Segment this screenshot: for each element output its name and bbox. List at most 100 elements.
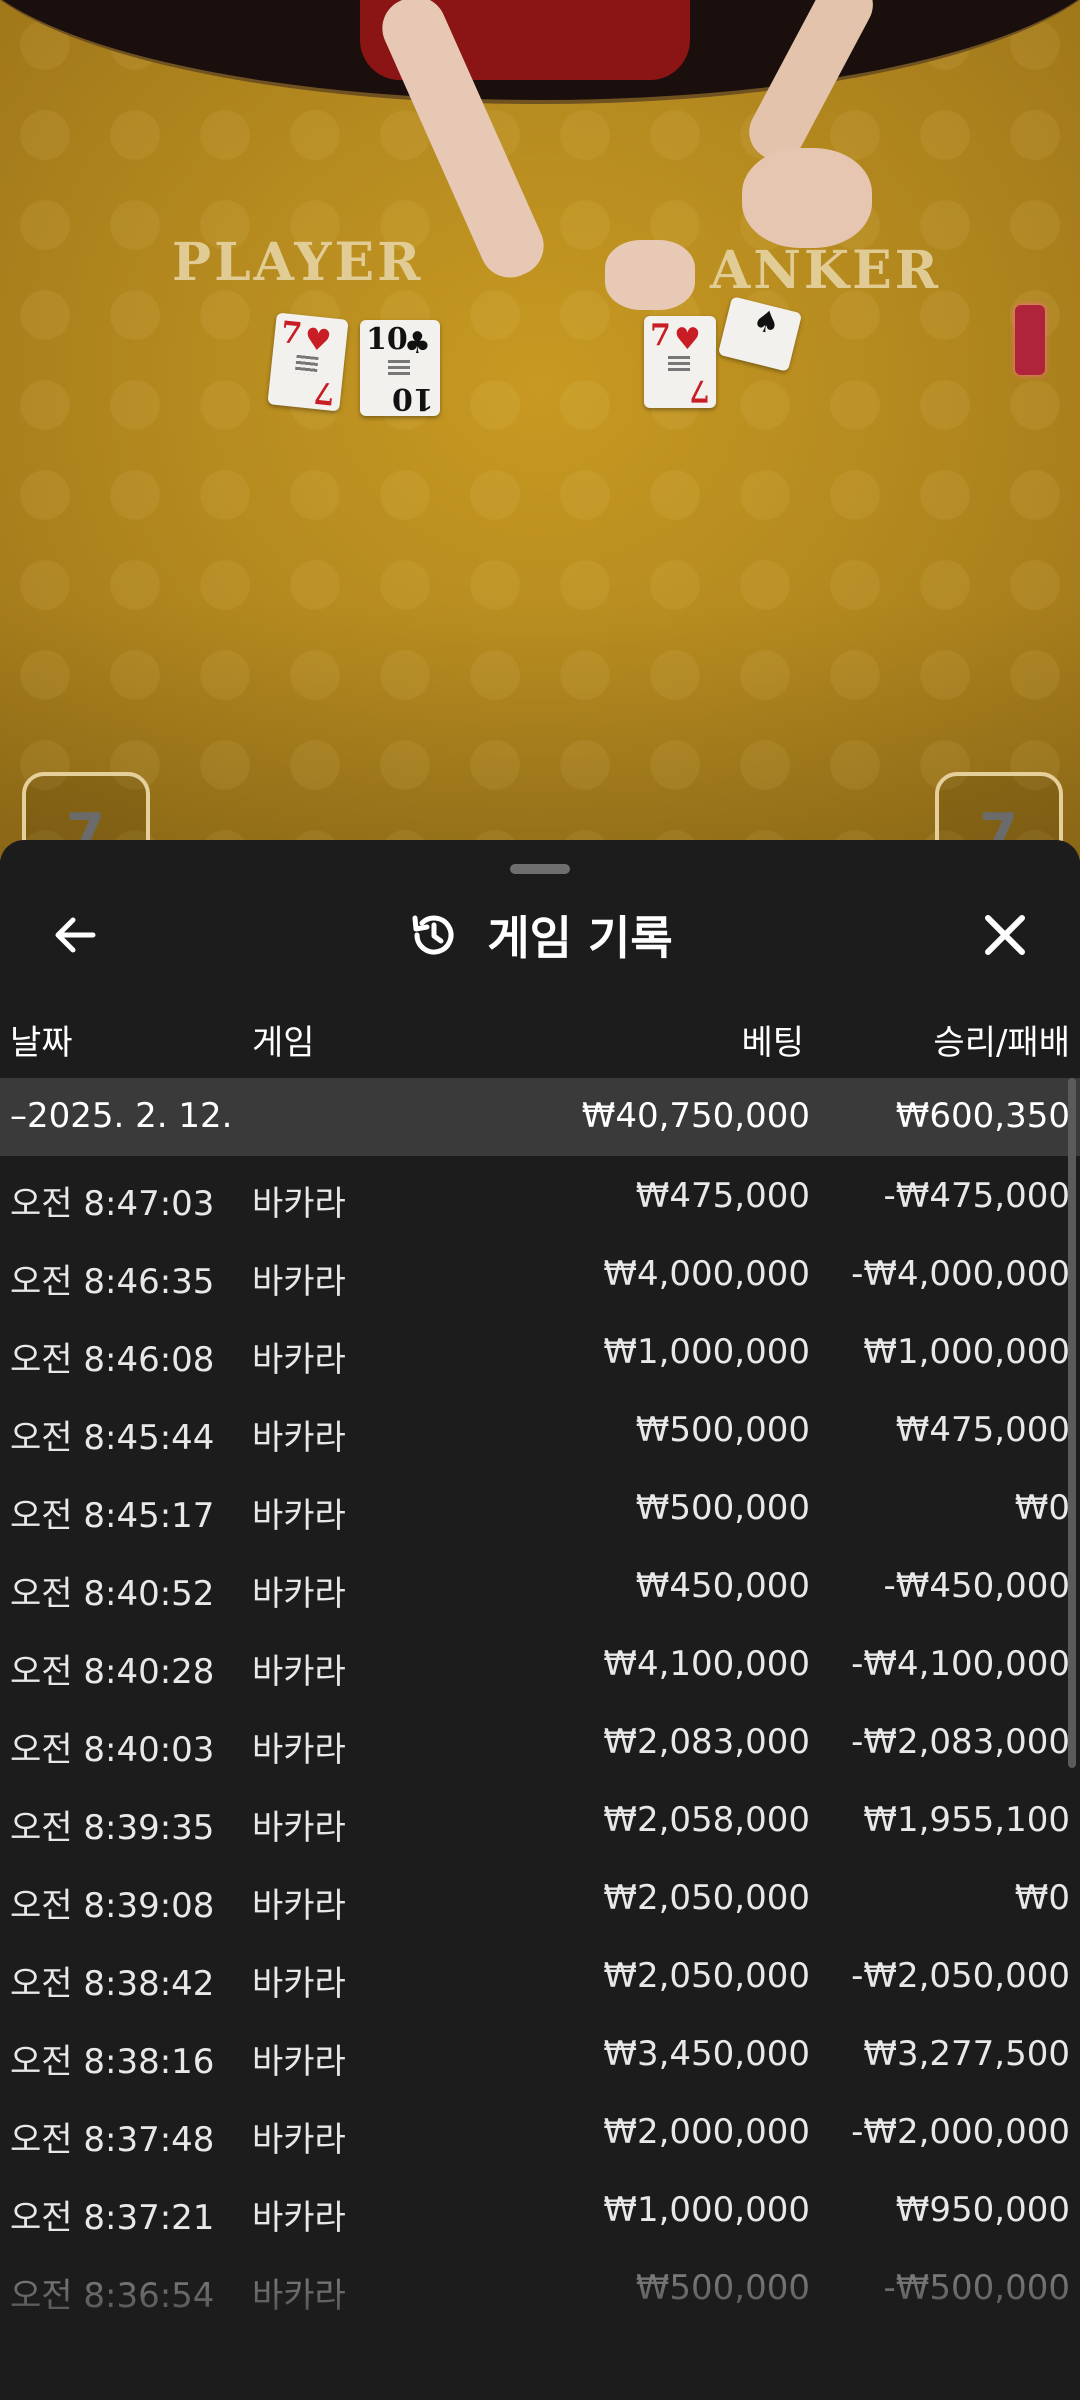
row-bet: ₩2,083,000 (603, 1722, 810, 1762)
row-winloss: ₩950,000 (895, 2190, 1070, 2230)
row-winloss: ₩0 (1014, 1878, 1070, 1918)
history-icon (412, 915, 454, 955)
game-history-sheet: 게임 기록 날짜 게임 베팅 승리/패배 –2025. 2. 12. ₩40,7… (0, 840, 1080, 2400)
row-game: 바카라 (252, 1886, 346, 1926)
table-row[interactable]: 오전 8:37:48 바카라 ₩2,000,000 -₩2,000,000 (0, 2092, 1080, 2170)
date-group-bet-total: ₩40,750,000 (581, 1096, 810, 1136)
table-row[interactable]: 오전 8:38:16 바카라 ₩3,450,000 ₩3,277,500 (0, 2014, 1080, 2092)
row-time: 오전 8:47:03 (10, 1184, 215, 1224)
row-bet: ₩4,100,000 (603, 1644, 810, 1684)
back-button[interactable] (40, 900, 110, 970)
card-rank: 7 (650, 318, 671, 353)
table-row[interactable]: 오전 8:40:03 바카라 ₩2,083,000 -₩2,083,000 (0, 1702, 1080, 1780)
col-header-date: 날짜 (10, 1023, 73, 1063)
history-list: 오전 8:47:03 바카라 ₩475,000 -₩475,000 오전 8:46:35… (0, 1156, 1080, 2326)
row-bet: ₩1,000,000 (603, 2190, 810, 2230)
row-game: 바카라 (252, 1964, 346, 2004)
list-bottom-fade (0, 2260, 1080, 2400)
row-game: 바카라 (252, 1652, 346, 1692)
row-game: 바카라 (252, 1730, 346, 1770)
row-time: 오전 8:46:35 (10, 1262, 215, 1302)
card-suit: ♠ (749, 302, 784, 343)
close-icon (985, 915, 1025, 955)
dealer-hand-left (605, 240, 695, 310)
row-winloss: ₩1,000,000 (863, 1332, 1070, 1372)
dealer-hand-right (742, 148, 872, 248)
banker-card-1: 7 ♥ 7 (644, 316, 716, 408)
row-game: 바카라 (252, 2198, 346, 2238)
row-time: 오전 8:37:48 (10, 2120, 215, 2160)
table-row[interactable]: 오전 8:40:28 바카라 ₩4,100,000 -₩4,100,000 (0, 1624, 1080, 1702)
card-rank: 7 (279, 315, 304, 353)
row-bet: ₩2,000,000 (603, 2112, 810, 2152)
row-time: 오전 8:38:42 (10, 1964, 215, 2004)
row-winloss: ₩0 (1014, 1488, 1070, 1528)
card-suit: ♣ (404, 326, 431, 361)
row-time: 오전 8:40:52 (10, 1574, 215, 1614)
row-bet: ₩475,000 (635, 1176, 810, 1216)
row-bet: ₩500,000 (635, 1488, 810, 1528)
date-group-label: –2025. 2. 12. (10, 1096, 233, 1136)
sheet-title: 게임 기록 (487, 911, 673, 965)
table-row[interactable]: 오전 8:37:21 바카라 ₩1,000,000 ₩950,000 (0, 2170, 1080, 2248)
player-card-1: 7 ♥ 7 (267, 312, 349, 412)
table-row[interactable]: 오전 8:40:52 바카라 ₩450,000 -₩450,000 (0, 1546, 1080, 1624)
row-time: 오전 8:39:08 (10, 1886, 215, 1926)
card-rank: 10 (366, 322, 408, 357)
row-bet: ₩2,050,000 (603, 1956, 810, 1996)
row-game: 바카라 (252, 2042, 346, 2082)
close-button[interactable] (970, 900, 1040, 970)
row-bet: ₩2,058,000 (603, 1800, 810, 1840)
player-card-2: 10 ♣ 10 (360, 320, 440, 416)
row-game: 바카라 (252, 1262, 346, 1302)
card-suit: ♥ (302, 321, 333, 360)
col-header-bet: 베팅 (741, 1023, 804, 1063)
row-winloss: ₩3,277,500 (863, 2034, 1070, 2074)
card-rank-bottom: 10 (392, 381, 434, 416)
row-winloss: ₩1,955,100 (863, 1800, 1070, 1840)
row-winloss: -₩2,000,000 (851, 2112, 1070, 2152)
row-winloss: -₩450,000 (883, 1566, 1071, 1606)
table-row[interactable]: 오전 8:45:17 바카라 ₩500,000 ₩0 (0, 1468, 1080, 1546)
banker-label: ANKER (710, 240, 941, 301)
col-header-game: 게임 (252, 1023, 315, 1063)
player-label: PLAYER (172, 232, 424, 293)
row-time: 오전 8:40:28 (10, 1652, 215, 1692)
row-time: 오전 8:39:35 (10, 1808, 215, 1848)
table-row[interactable]: 오전 8:47:03 바카라 ₩475,000 -₩475,000 (0, 1156, 1080, 1234)
table-row[interactable]: 오전 8:39:35 바카라 ₩2,058,000 ₩1,955,100 (0, 1780, 1080, 1858)
scrollbar[interactable] (1068, 1078, 1076, 1768)
table-row[interactable]: 오전 8:46:35 바카라 ₩4,000,000 -₩4,000,000 (0, 1234, 1080, 1312)
row-game: 바카라 (252, 2120, 346, 2160)
row-bet: ₩450,000 (635, 1566, 810, 1606)
row-bet: ₩3,450,000 (603, 2034, 810, 2074)
row-winloss: -₩4,000,000 (851, 1254, 1070, 1294)
row-bet: ₩500,000 (635, 1410, 810, 1450)
row-time: 오전 8:46:08 (10, 1340, 215, 1380)
sheet-header: 게임 기록 (0, 900, 1080, 970)
row-game: 바카라 (252, 1574, 346, 1614)
felt-pattern (0, 0, 1080, 860)
row-time: 오전 8:45:44 (10, 1418, 215, 1458)
row-winloss: ₩475,000 (895, 1410, 1070, 1450)
date-group-winloss-total: ₩600,350 (895, 1096, 1070, 1136)
card-rank-bottom: 7 (312, 373, 337, 411)
row-bet: ₩2,050,000 (603, 1878, 810, 1918)
row-winloss: -₩4,100,000 (851, 1644, 1070, 1684)
card-rank-bottom: 7 (689, 373, 710, 408)
card-shoe (1015, 305, 1045, 375)
row-game: 바카라 (252, 1184, 346, 1224)
row-game: 바카라 (252, 1496, 346, 1536)
table-row[interactable]: 오전 8:45:44 바카라 ₩500,000 ₩475,000 (0, 1390, 1080, 1468)
row-winloss: -₩475,000 (883, 1176, 1071, 1216)
row-time: 오전 8:38:16 (10, 2042, 215, 2082)
sheet-drag-handle[interactable] (510, 864, 570, 874)
row-game: 바카라 (252, 1340, 346, 1380)
table-row[interactable]: 오전 8:38:42 바카라 ₩2,050,000 -₩2,050,000 (0, 1936, 1080, 2014)
card-suit: ♥ (674, 322, 701, 357)
table-row[interactable]: 오전 8:39:08 바카라 ₩2,050,000 ₩0 (0, 1858, 1080, 1936)
date-group-row[interactable]: –2025. 2. 12. ₩40,750,000 ₩600,350 (0, 1078, 1080, 1156)
table-row[interactable]: 오전 8:46:08 바카라 ₩1,000,000 ₩1,000,000 (0, 1312, 1080, 1390)
live-video: PLAYER ANKER 7 ♥ 7 10 ♣ 10 7 ♥ 7 ♠ 7 7 (0, 0, 1080, 860)
arrow-left-icon (55, 917, 96, 953)
